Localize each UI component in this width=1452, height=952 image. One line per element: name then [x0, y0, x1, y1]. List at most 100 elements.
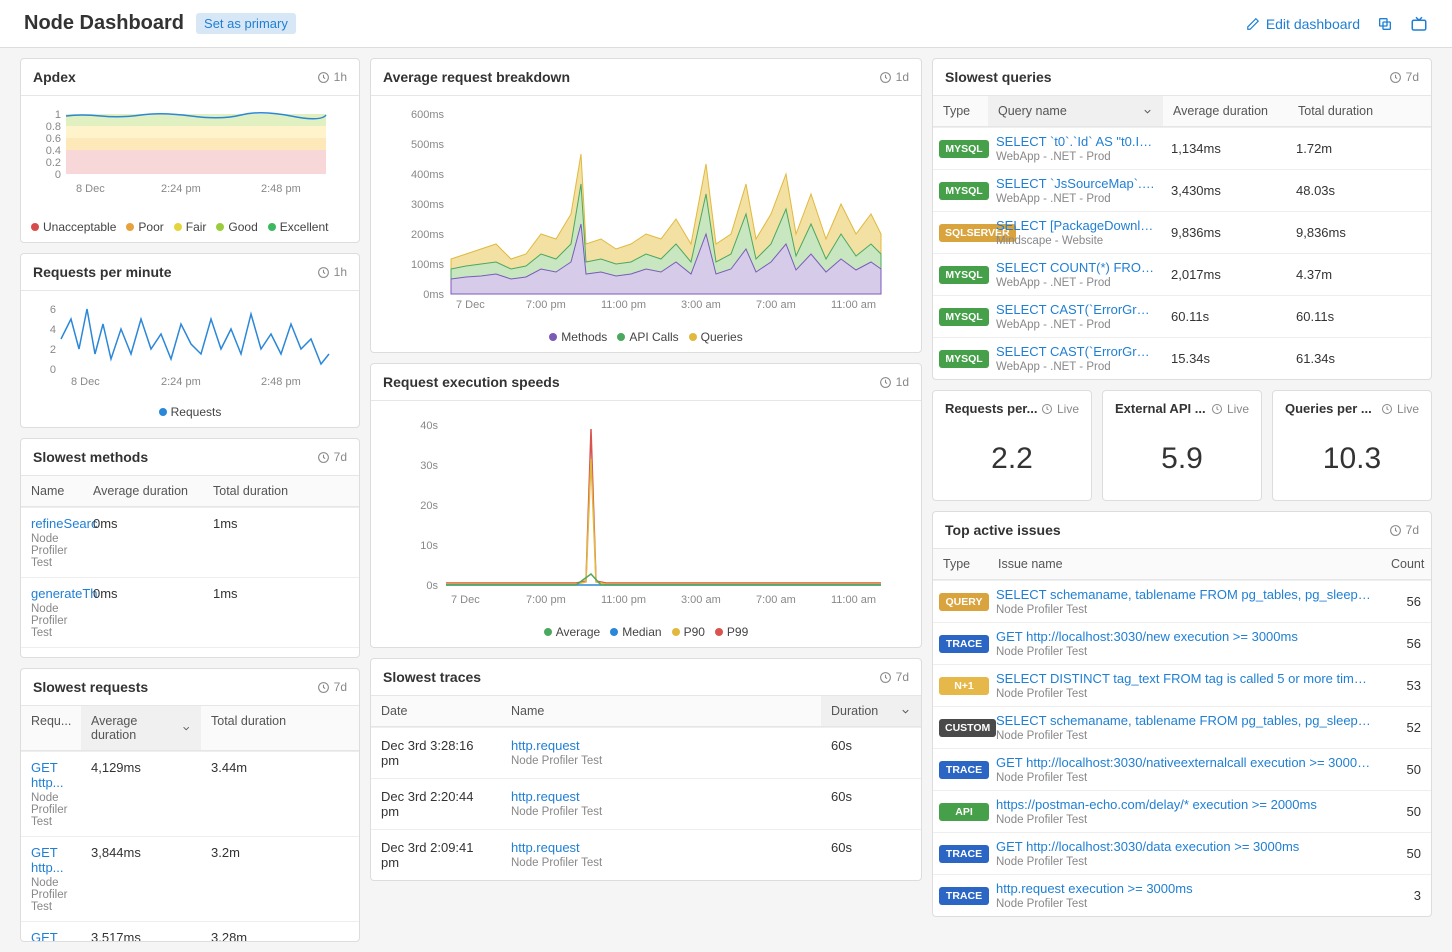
issue-link[interactable]: https://postman-echo.com/delay/* executi…: [996, 797, 1373, 812]
table-row[interactable]: MYSQL SELECT CAST(`ErrorGroup`.`Id...Web…: [933, 337, 1431, 379]
table-row[interactable]: TRACE GET http://localhost:3030/new exec…: [933, 622, 1431, 664]
table-row[interactable]: MYSQL SELECT CAST(`ErrorGroup`.`Id...Web…: [933, 295, 1431, 337]
exec-speeds-chart[interactable]: 40s 30s 20s 10s 0s 7 Dec 7:00 pm 11:00 p…: [381, 409, 911, 609]
time-range[interactable]: 7d: [879, 670, 909, 684]
breakdown-chart[interactable]: 600ms 500ms 400ms 300ms 200ms 100ms 0ms …: [381, 104, 911, 314]
table-row[interactable]: API https://postman-echo.com/delay/* exe…: [933, 790, 1431, 832]
table-row[interactable]: TRACE GET http://localhost:3030/nativeex…: [933, 748, 1431, 790]
table-row[interactable]: GET http...Node Profiler Test 3,517ms 3.…: [21, 921, 359, 941]
svg-text:0: 0: [50, 364, 56, 376]
svg-text:0ms: 0ms: [423, 289, 444, 301]
legend-item: Methods: [549, 330, 607, 344]
clock-icon: [1041, 403, 1053, 415]
table-row[interactable]: GET http...Node Profiler Test 4,129ms 3.…: [21, 751, 359, 836]
issue-link[interactable]: SELECT schemaname, tablename FROM pg_tab…: [996, 587, 1373, 602]
legend-item: API Calls: [617, 330, 678, 344]
db-badge: MYSQL: [939, 350, 989, 368]
svg-text:1: 1: [55, 109, 61, 121]
table-row[interactable]: Dec 3rd 3:28:16 pm http.requestNode Prof…: [371, 727, 921, 778]
time-range[interactable]: 1h: [317, 70, 347, 84]
db-badge: MYSQL: [939, 182, 989, 200]
sort-column[interactable]: Query name: [988, 96, 1163, 127]
legend-item: Median: [610, 625, 661, 639]
metric-value: 5.9: [1103, 426, 1261, 500]
table-row[interactable]: N+1 SELECT DISTINCT tag_text FROM tag is…: [933, 664, 1431, 706]
time-range[interactable]: 1h: [317, 265, 347, 279]
method-link[interactable]: refineSearc: [31, 516, 73, 531]
table-row[interactable]: MYSQL SELECT `JsSourceMap`.`Id` AS ...We…: [933, 169, 1431, 211]
trace-link[interactable]: http.request: [511, 738, 811, 753]
chevron-down-icon: [181, 723, 191, 734]
table-row[interactable]: MYSQL SELECT `t0`.`Id` AS "t0.Id" FRO...…: [933, 127, 1431, 169]
time-range[interactable]: 7d: [1389, 523, 1419, 537]
trace-link[interactable]: http.request: [511, 789, 811, 804]
issue-link[interactable]: GET http://localhost:3030/nativeexternal…: [996, 755, 1373, 770]
svg-text:2:48 pm: 2:48 pm: [261, 376, 301, 388]
rpm-chart[interactable]: 6 4 2 0 8 Dec 2:24 pm 2:48 pm: [31, 299, 331, 389]
table-row[interactable]: CUSTOM SELECT schemaname, tablename FROM…: [933, 706, 1431, 748]
clock-icon: [1211, 403, 1223, 415]
query-link[interactable]: SELECT `t0`.`Id` AS "t0.Id" FRO...: [996, 134, 1155, 149]
time-range[interactable]: 1d: [879, 70, 909, 84]
request-link[interactable]: GET http...: [31, 760, 71, 790]
set-primary-button[interactable]: Set as primary: [196, 13, 296, 34]
table-row[interactable]: SQLSERVER SELECT [PackageDownloadable]..…: [933, 211, 1431, 253]
svg-text:7:00 am: 7:00 am: [756, 594, 796, 606]
db-badge: MYSQL: [939, 266, 989, 284]
table-header: Requ... Average duration Total duration: [21, 706, 359, 751]
issue-link[interactable]: http.request execution >= 3000ms: [996, 881, 1373, 896]
clock-icon: [1381, 403, 1393, 415]
method-link[interactable]: doSlowTra: [31, 656, 73, 657]
table-row[interactable]: Dec 3rd 2:09:41 pm http.requestNode Prof…: [371, 829, 921, 880]
svg-text:0: 0: [55, 169, 61, 181]
table-row[interactable]: Dec 3rd 2:20:44 pm http.requestNode Prof…: [371, 778, 921, 829]
clock-icon: [879, 376, 892, 389]
issue-link[interactable]: GET http://localhost:3030/new execution …: [996, 629, 1373, 644]
sort-column[interactable]: Duration: [821, 696, 921, 727]
db-badge: MYSQL: [939, 308, 989, 326]
legend-item: Excellent: [268, 220, 329, 234]
query-link[interactable]: SELECT CAST(`ErrorGroup`.`Id...: [996, 302, 1155, 317]
slowest-requests-card: Slowest requests 7d Requ... Average dura…: [20, 668, 360, 942]
svg-text:11:00 pm: 11:00 pm: [601, 299, 646, 311]
query-link[interactable]: SELECT COUNT(*) FROM `Error...: [996, 260, 1155, 275]
table-row[interactable]: doSlowTra: [21, 647, 359, 657]
svg-text:7:00 pm: 7:00 pm: [526, 299, 566, 311]
issue-link[interactable]: GET http://localhost:3030/data execution…: [996, 839, 1373, 854]
time-range[interactable]: 7d: [317, 450, 347, 464]
svg-text:11:00 am: 11:00 am: [831, 594, 876, 606]
avg-breakdown-card: Average request breakdown 1d 600ms 500ms…: [370, 58, 922, 353]
query-link[interactable]: SELECT `JsSourceMap`.`Id` AS ...: [996, 176, 1155, 191]
tv-icon[interactable]: [1410, 15, 1428, 33]
issue-link[interactable]: SELECT DISTINCT tag_text FROM tag is cal…: [996, 671, 1373, 686]
table-row[interactable]: TRACE GET http://localhost:3030/data exe…: [933, 832, 1431, 874]
trace-link[interactable]: http.request: [511, 840, 811, 855]
apdex-chart[interactable]: 1 0.8 0.6 0.4 0.2 0 8 Dec 2:24 pm 2:48 p…: [31, 104, 331, 204]
time-range[interactable]: 7d: [1389, 70, 1419, 84]
issue-link[interactable]: SELECT schemaname, tablename FROM pg_tab…: [996, 713, 1373, 728]
svg-text:40s: 40s: [420, 420, 438, 432]
metric-label: Queries per ...: [1285, 401, 1372, 416]
query-link[interactable]: SELECT CAST(`ErrorGroup`.`Id...: [996, 344, 1155, 359]
copy-icon[interactable]: [1376, 15, 1394, 33]
svg-text:400ms: 400ms: [411, 169, 445, 181]
time-range[interactable]: 7d: [317, 680, 347, 694]
issue-badge: N+1: [939, 677, 989, 695]
table-row[interactable]: generateThNode Profiler Test 0ms 1ms: [21, 577, 359, 647]
table-row[interactable]: refineSearcNode Profiler Test 0ms 1ms: [21, 507, 359, 577]
edit-dashboard-button[interactable]: Edit dashboard: [1246, 16, 1360, 32]
card-title: Slowest traces: [383, 669, 481, 685]
method-link[interactable]: generateTh: [31, 586, 73, 601]
query-link[interactable]: SELECT [PackageDownloadable]...: [996, 218, 1155, 233]
table-row[interactable]: GET http...Node Profiler Test 3,844ms 3.…: [21, 836, 359, 921]
request-link[interactable]: GET http...: [31, 930, 71, 941]
clock-icon: [317, 451, 330, 464]
clock-icon: [317, 681, 330, 694]
table-row[interactable]: MYSQL SELECT COUNT(*) FROM `Error...WebA…: [933, 253, 1431, 295]
sort-column[interactable]: Average duration: [81, 706, 201, 751]
time-range[interactable]: 1d: [879, 375, 909, 389]
request-link[interactable]: GET http...: [31, 845, 71, 875]
table-row[interactable]: TRACE http.request execution >= 3000msNo…: [933, 874, 1431, 916]
table-row[interactable]: QUERY SELECT schemaname, tablename FROM …: [933, 580, 1431, 622]
clock-icon: [317, 71, 330, 84]
